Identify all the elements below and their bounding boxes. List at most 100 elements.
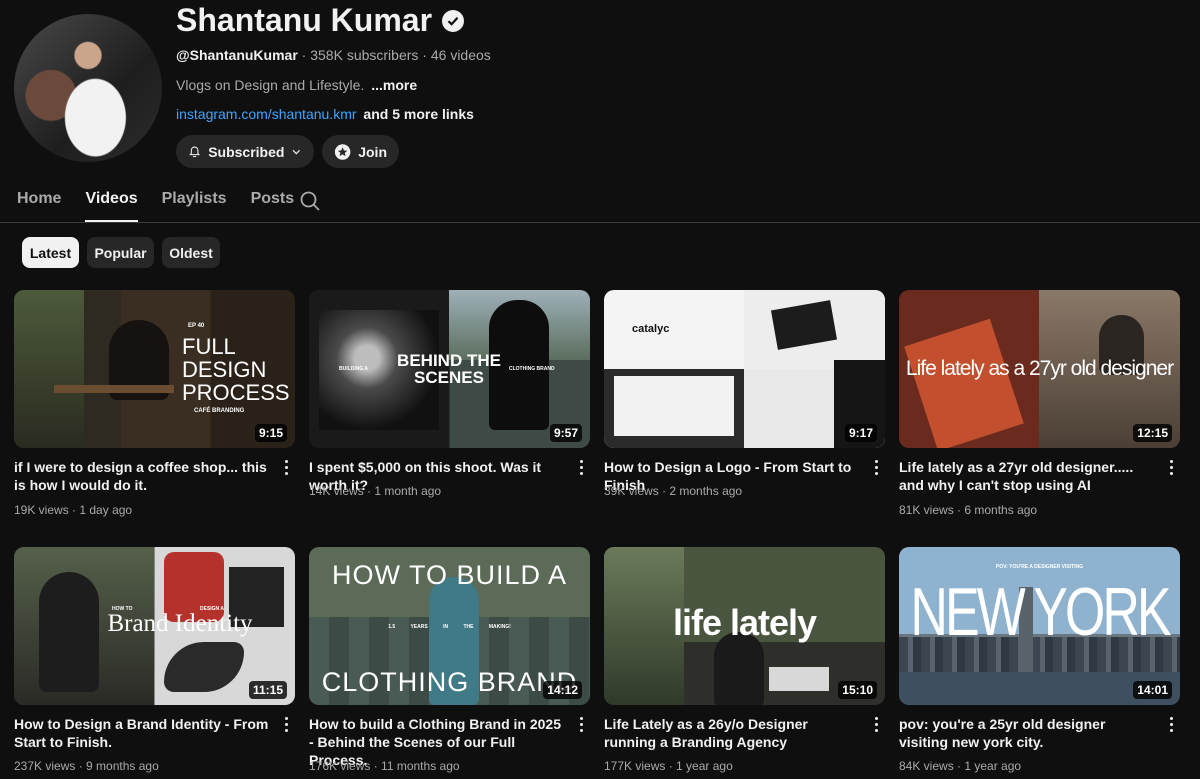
- channel-handle: @ShantanuKumar: [176, 47, 298, 63]
- view-count: 14K views: [309, 484, 364, 498]
- channel-avatar[interactable]: [14, 14, 162, 162]
- tab-videos[interactable]: Videos: [85, 190, 138, 222]
- upload-age: 1 month ago: [374, 484, 442, 498]
- more-actions-icon[interactable]: [580, 717, 584, 733]
- video-thumbnail[interactable]: FULL DESIGN PROCESS EP 40 CAFÉ BRANDING …: [14, 290, 295, 448]
- video-thumbnail[interactable]: NEW YORK POV: YOU'RE A DESIGNER VISITING…: [899, 547, 1180, 705]
- thumbnail-right-text: CLOTHING BRAND: [509, 366, 555, 372]
- star-badge-icon: [334, 143, 351, 160]
- thumbnail-title-text: catalyc: [632, 323, 670, 335]
- video-card[interactable]: catalyc 9:17 How to Design a Logo - From…: [604, 290, 885, 498]
- thumbnail-title-text: NEW YORK: [910, 575, 1171, 651]
- video-card[interactable]: BEHIND THE SCENES BUILDING A CLOTHING BR…: [309, 290, 590, 498]
- view-count: 176K views: [309, 759, 371, 773]
- instagram-link[interactable]: instagram.com/shantanu.kmr: [176, 106, 357, 122]
- video-stats: 81K views · 6 months ago: [899, 503, 1038, 517]
- join-button[interactable]: Join: [322, 135, 399, 168]
- tab-home[interactable]: Home: [17, 190, 61, 222]
- channel-description[interactable]: Vlogs on Design and Lifestyle. ...more: [176, 77, 417, 93]
- view-count: 39K views: [604, 484, 659, 498]
- view-count: 237K views: [14, 759, 76, 773]
- upload-age: 11 months ago: [381, 759, 460, 773]
- video-title[interactable]: Life lately as a 27yr old designer..... …: [899, 458, 1157, 494]
- thumbnail-episode-text: EP 40: [188, 323, 205, 329]
- channel-search-button[interactable]: [299, 190, 321, 217]
- upload-age: 1 year ago: [964, 759, 1022, 773]
- video-duration: 11:15: [248, 681, 287, 699]
- more-actions-icon[interactable]: [580, 460, 584, 476]
- thumbnail-left-text: BUILDING A: [339, 366, 368, 372]
- chevron-down-icon: [292, 149, 301, 154]
- video-title[interactable]: pov: you're a 25yr old designer visiting…: [899, 715, 1157, 751]
- subscribed-button[interactable]: Subscribed: [176, 135, 314, 168]
- upload-age: 2 months ago: [669, 484, 743, 498]
- thumbnail-sub-text: POV: YOU'RE A DESIGNER VISITING: [995, 564, 1084, 570]
- channel-name-text: Shantanu Kumar: [176, 2, 433, 38]
- video-stats: 19K views · 1 day ago: [14, 503, 133, 517]
- description-more-link[interactable]: ...more: [371, 77, 417, 93]
- thumbnail-title-text: BEHIND THE SCENES: [397, 351, 501, 387]
- chip-oldest[interactable]: Oldest: [162, 237, 220, 268]
- video-thumbnail[interactable]: HOW TO BUILD A CLOTHING BRAND 1.5 YEARS …: [309, 547, 590, 705]
- video-stats: 176K views · 11 months ago: [309, 759, 460, 773]
- more-actions-icon[interactable]: [285, 717, 289, 733]
- channel-meta: @ShantanuKumar · 358K subscribers · 46 v…: [176, 47, 491, 63]
- thumbnail-title-text: life lately: [672, 602, 817, 643]
- subscriber-count: 358K subscribers: [310, 47, 419, 63]
- video-title[interactable]: How to Design a Brand Identity - From St…: [14, 715, 272, 751]
- video-duration: 14:01: [1133, 681, 1172, 699]
- video-duration: 9:15: [254, 424, 287, 442]
- bell-icon: [189, 146, 200, 157]
- subscribed-label: Subscribed: [208, 143, 285, 160]
- video-stats: 14K views · 1 month ago: [309, 484, 442, 498]
- thumbnail-sub-text: 1.5 YEARS IN THE MAKING!: [388, 624, 511, 630]
- video-card[interactable]: NEW YORK POV: YOU'RE A DESIGNER VISITING…: [899, 547, 1180, 773]
- video-card[interactable]: HOW TO BUILD A CLOTHING BRAND 1.5 YEARS …: [309, 547, 590, 773]
- video-thumbnail[interactable]: catalyc 9:17: [604, 290, 885, 448]
- more-links-link[interactable]: and 5 more links: [363, 106, 473, 122]
- upload-age: 1 day ago: [79, 503, 133, 517]
- video-duration: 9:57: [549, 424, 582, 442]
- chip-latest[interactable]: Latest: [22, 237, 79, 268]
- video-stats: 177K views · 1 year ago: [604, 759, 733, 773]
- thumbnail-title-text: Life lately as a 27yr old designer: [905, 357, 1174, 380]
- thumbnail-left-text: HOW TO: [112, 606, 133, 612]
- tab-playlists[interactable]: Playlists: [162, 190, 227, 222]
- video-thumbnail[interactable]: life lately 15:10: [604, 547, 885, 705]
- video-duration: 9:17: [844, 424, 877, 442]
- upload-age: 6 months ago: [964, 503, 1038, 517]
- video-stats: 84K views · 1 year ago: [899, 759, 1022, 773]
- thumbnail-title-text: Brand Identity: [107, 610, 253, 637]
- video-card[interactable]: FULL DESIGN PROCESS EP 40 CAFÉ BRANDING …: [14, 290, 295, 517]
- view-count: 177K views: [604, 759, 666, 773]
- more-actions-icon[interactable]: [875, 460, 879, 476]
- upload-age: 1 year ago: [676, 759, 733, 773]
- video-card[interactable]: life lately 15:10 Life Lately as a 26y/o…: [604, 547, 885, 773]
- tab-posts[interactable]: Posts: [251, 190, 295, 222]
- more-actions-icon[interactable]: [1170, 717, 1174, 733]
- video-thumbnail[interactable]: Life lately as a 27yr old designer 12:15: [899, 290, 1180, 448]
- video-thumbnail[interactable]: BEHIND THE SCENES BUILDING A CLOTHING BR…: [309, 290, 590, 448]
- video-thumbnail[interactable]: Brand Identity HOW TO DESIGN A 11:15: [14, 547, 295, 705]
- video-card[interactable]: Brand Identity HOW TO DESIGN A 11:15 How…: [14, 547, 295, 773]
- search-icon: [300, 191, 320, 211]
- video-title[interactable]: Life Lately as a 26y/o Designer running …: [604, 715, 862, 751]
- thumbnail-caption-text: CAFÉ BRANDING: [194, 408, 245, 414]
- video-title[interactable]: if I were to design a coffee shop... thi…: [14, 458, 272, 494]
- channel-name: Shantanu Kumar: [176, 2, 465, 39]
- verified-check-icon: [442, 9, 465, 32]
- more-actions-icon[interactable]: [285, 460, 289, 476]
- upload-age: 9 months ago: [86, 759, 159, 773]
- tabs-divider: [0, 222, 1200, 223]
- video-card[interactable]: Life lately as a 27yr old designer 12:15…: [899, 290, 1180, 517]
- thumbnail-title-text: HOW TO BUILD A: [331, 560, 568, 590]
- more-actions-icon[interactable]: [1170, 460, 1174, 476]
- thumbnail-title-text: FULL DESIGN PROCESS: [182, 334, 290, 406]
- video-duration: 15:10: [838, 681, 877, 699]
- thumbnail-right-text: DESIGN A: [200, 606, 224, 612]
- video-duration: 14:12: [543, 681, 582, 699]
- video-stats: 237K views · 9 months ago: [14, 759, 159, 773]
- chip-popular[interactable]: Popular: [87, 237, 154, 268]
- more-actions-icon[interactable]: [875, 717, 879, 733]
- video-duration: 12:15: [1133, 424, 1172, 442]
